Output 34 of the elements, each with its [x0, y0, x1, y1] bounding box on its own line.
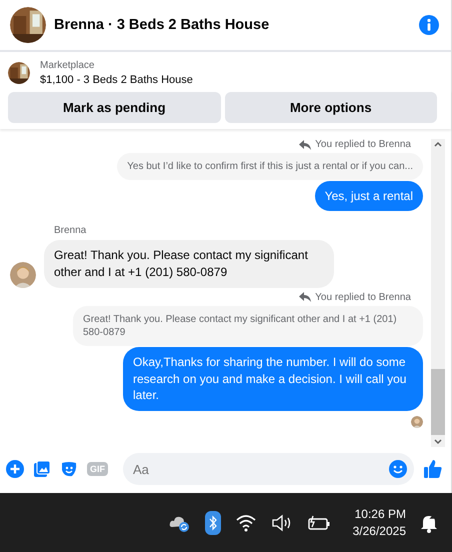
- sender-name: Brenna: [54, 225, 88, 236]
- scrollbar-thumb[interactable]: [431, 369, 445, 435]
- received-message: Great! Thank you. Please contact my significant other and I at +1 (201) 580-0879: [44, 240, 334, 288]
- image-icon[interactable]: [33, 460, 51, 478]
- listing-photo: [8, 62, 30, 84]
- info-icon[interactable]: [419, 15, 439, 35]
- quoted-message[interactable]: Great! Thank you. Please contact my significant other and I at +1 (201) 580-0879: [73, 306, 423, 346]
- plus-icon[interactable]: [6, 460, 24, 478]
- scrollbar[interactable]: [431, 139, 445, 447]
- bluetooth-icon[interactable]: [204, 510, 221, 534]
- avatar: [10, 262, 36, 288]
- avatar: [411, 416, 423, 428]
- emoji-icon[interactable]: [389, 460, 407, 478]
- reply-icon: [299, 140, 312, 150]
- reply-icon: [299, 292, 312, 302]
- sticker-icon[interactable]: [60, 460, 78, 478]
- action-button[interactable]: More options: [224, 92, 437, 123]
- battery-icon[interactable]: [306, 514, 331, 532]
- volume-icon[interactable]: [270, 514, 293, 532]
- thumbs-up-icon[interactable]: [423, 459, 443, 479]
- message-field[interactable]: Aa: [123, 453, 414, 485]
- reply-note: You replied to Brenna: [315, 292, 411, 303]
- sent-message: Yes, just a rental: [314, 180, 423, 212]
- chat-title: Brenna · 3 Beds 2 Baths House: [54, 17, 270, 33]
- sent-message: Okay,Thanks for sharing the number. I will do some research on you and make a decision. I will call you later.: [123, 346, 423, 412]
- listing-source: Marketplace: [40, 60, 96, 71]
- clock-time[interactable]: 10:26 PM: [352, 506, 406, 522]
- profile-photo: [10, 7, 46, 43]
- listing-title: $1,100 - 3 Beds 2 Baths House: [40, 74, 193, 86]
- action-button[interactable]: Mark as pending: [8, 92, 220, 123]
- reply-note: You replied to Brenna: [315, 139, 411, 150]
- wifi-icon[interactable]: [234, 514, 257, 532]
- clock-date[interactable]: 3/26/2025: [352, 522, 406, 540]
- quoted-message[interactable]: Yes but I’d like to confirm first if this is just a rental or if you can...: [117, 153, 423, 180]
